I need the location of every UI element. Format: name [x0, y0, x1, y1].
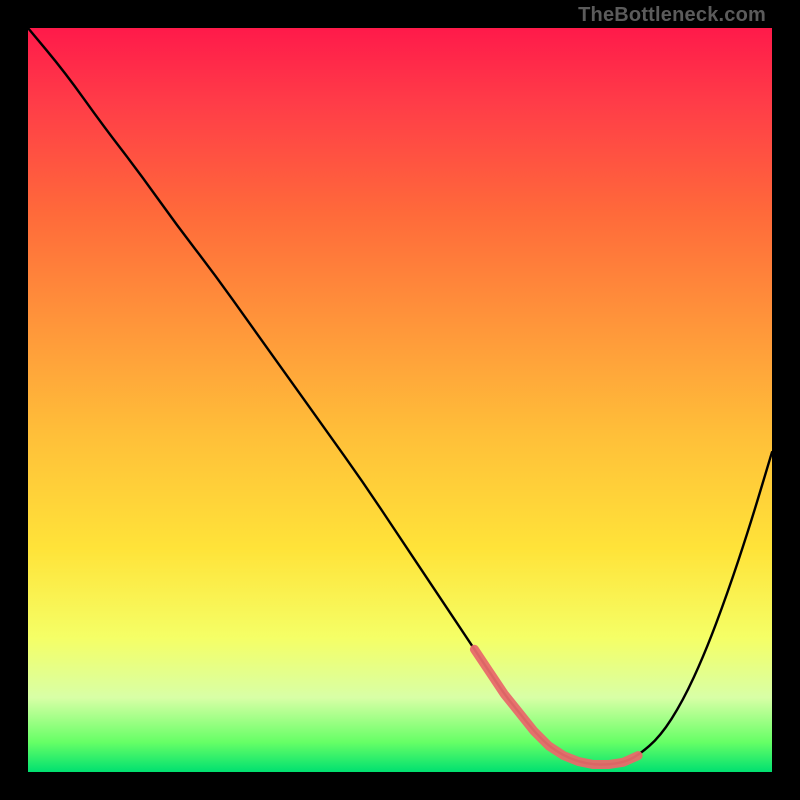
watermark-text: TheBottleneck.com — [578, 4, 766, 27]
highlight-segment — [474, 649, 638, 764]
chart-frame: TheBottleneck.com — [0, 0, 800, 800]
plot-area — [28, 28, 772, 772]
chart-overlay — [28, 28, 772, 772]
bottleneck-curve — [28, 28, 772, 765]
